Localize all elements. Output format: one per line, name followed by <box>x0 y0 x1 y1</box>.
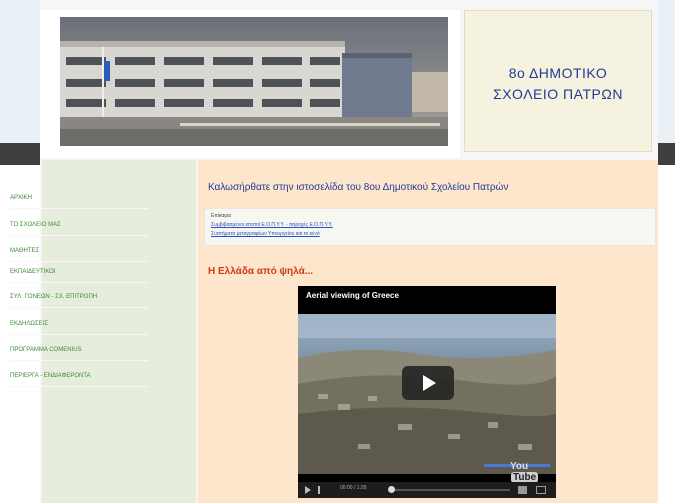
control-play-icon[interactable] <box>305 486 311 494</box>
video-controls-bar: 00:00 / 1:28 <box>298 482 556 498</box>
video-title[interactable]: Aerial viewing of Greece <box>306 291 399 300</box>
sidebar-item-parents-association[interactable]: ΣΥΛ. ΓΟΝΕΩΝ - ΣΧ. ΕΠΙΤΡΟΠΗ <box>10 287 148 308</box>
section-title: Η Ελλάδα από ψηλά... <box>208 266 314 277</box>
sidebar-item-home[interactable]: ΑΡΧΙΚΗ <box>10 188 148 209</box>
right-dark-band <box>657 143 675 165</box>
sidebar-item-students[interactable]: ΜΑΘΗΤΕΣ <box>10 241 148 262</box>
fullscreen-icon[interactable] <box>536 486 546 494</box>
video-time: 00:00 / 1:28 <box>340 485 367 491</box>
volume-icon[interactable] <box>518 486 527 494</box>
school-title-line-2: ΣΧΟΛΕΙΟ ΠΑΤΡΩΝ <box>493 86 623 102</box>
play-icon <box>423 375 436 391</box>
school-title-line-1: 8ο ΔΗΜΟΤΙΚΟ <box>508 65 608 81</box>
youtube-logo-you: You <box>510 461 529 472</box>
left-dark-band <box>0 143 40 165</box>
school-title: 8ο ΔΗΜΟΤΙΚΟ ΣΧΟΛΕΙΟ ΠΑΤΡΩΝ <box>465 63 651 105</box>
school-building-photo <box>60 17 448 146</box>
youtube-logo[interactable]: YouTube <box>510 461 552 483</box>
video-progress-knob[interactable] <box>388 486 395 493</box>
news-links-box: Επίκαιρα Συμβιβασμένοι ιστοτοί Ε.Ο.Π.Υ.Υ… <box>204 208 656 246</box>
news-links-label: Επίκαιρα <box>211 213 232 219</box>
news-link-2[interactable]: Συστήματα μεταγραφέων Υπουργείου και το … <box>211 231 320 237</box>
video-progress-track[interactable] <box>390 489 510 491</box>
news-link-1[interactable]: Συμβιβασμένοι ιστοτοί Ε.Ο.Π.Υ.Υ. - παροχ… <box>211 222 333 228</box>
school-title-box: 8ο ΔΗΜΟΤΙΚΟ ΣΧΟΛΕΙΟ ΠΑΤΡΩΝ <box>464 10 652 152</box>
sidebar-item-our-school[interactable]: ΤΟ ΣΧΟΛΕΙΟ ΜΑΣ <box>10 215 148 236</box>
welcome-heading: Καλωσήρθατε στην ιστοσελίδα του 8ου Δημο… <box>208 182 509 193</box>
sidebar-item-teachers[interactable]: ΕΚΠΑΙΔΕΥΤΙΚΟΙ <box>10 262 148 283</box>
play-button[interactable] <box>402 366 454 400</box>
sidebar-item-events[interactable]: ΕΚΔΗΛΩΣΕΙΣ <box>10 314 148 335</box>
embedded-video-player[interactable]: Aerial viewing of Greece YouTube 00:00 /… <box>298 286 556 498</box>
sidebar-item-curious-interesting[interactable]: ΠΕΡΙΕΡΓΑ - ΕΝΔΙΑΦΕΡΟΝΤΑ <box>10 366 148 387</box>
control-next-icon[interactable] <box>318 486 326 494</box>
sidebar-item-comenius[interactable]: ΠΡΟΓΡΑΜΜΑ COMENIUS <box>10 340 148 361</box>
